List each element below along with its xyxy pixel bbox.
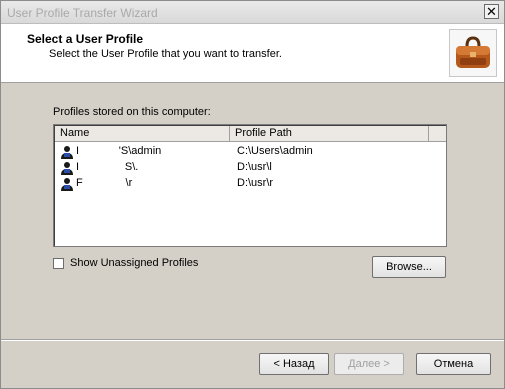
footer-divider	[1, 339, 504, 340]
profile-name: I S\.	[76, 161, 139, 173]
user-icon	[61, 178, 73, 191]
page-title: Select a User Profile	[27, 32, 144, 46]
column-header-name[interactable]: Name	[55, 126, 230, 142]
show-unassigned-label[interactable]: Show Unassigned Profiles	[70, 257, 198, 269]
profile-name: F \r	[76, 177, 133, 189]
column-header-filler	[429, 126, 446, 142]
back-button[interactable]: < Назад	[259, 353, 329, 375]
close-icon: ✕	[486, 4, 497, 19]
cancel-button[interactable]: Отмена	[416, 353, 491, 375]
profile-path: C:\Users\admin	[237, 145, 313, 157]
wizard-window: User Profile Transfer Wizard ✕ Select a …	[0, 0, 505, 389]
close-button[interactable]: ✕	[484, 4, 499, 19]
wizard-header: Select a User Profile Select the User Pr…	[1, 24, 504, 83]
column-header-path[interactable]: Profile Path	[230, 126, 429, 142]
title-bar: User Profile Transfer Wizard ✕	[1, 1, 504, 24]
user-icon	[61, 162, 73, 175]
list-item[interactable]: F \r D:\usr\r	[56, 176, 444, 192]
briefcase-icon	[449, 29, 497, 77]
profile-path: D:\usr\r	[237, 177, 274, 189]
profiles-label: Profiles stored on this computer:	[53, 106, 211, 118]
next-button[interactable]: Далее >	[334, 353, 404, 375]
window-title: User Profile Transfer Wizard	[7, 6, 158, 20]
profile-path: D:\usr\l	[237, 161, 272, 173]
user-icon	[61, 146, 73, 159]
list-item[interactable]: I 'S\admin C:\Users\admin	[56, 144, 444, 160]
browse-button[interactable]: Browse...	[372, 256, 446, 278]
list-item[interactable]: I S\. D:\usr\l	[56, 160, 444, 176]
page-subtitle: Select the User Profile that you want to…	[49, 48, 282, 60]
profile-name: I 'S\admin	[76, 145, 162, 157]
profiles-list[interactable]: Name Profile Path I 'S\admin C:\Users\ad…	[53, 124, 447, 247]
show-unassigned-checkbox[interactable]	[53, 258, 64, 269]
